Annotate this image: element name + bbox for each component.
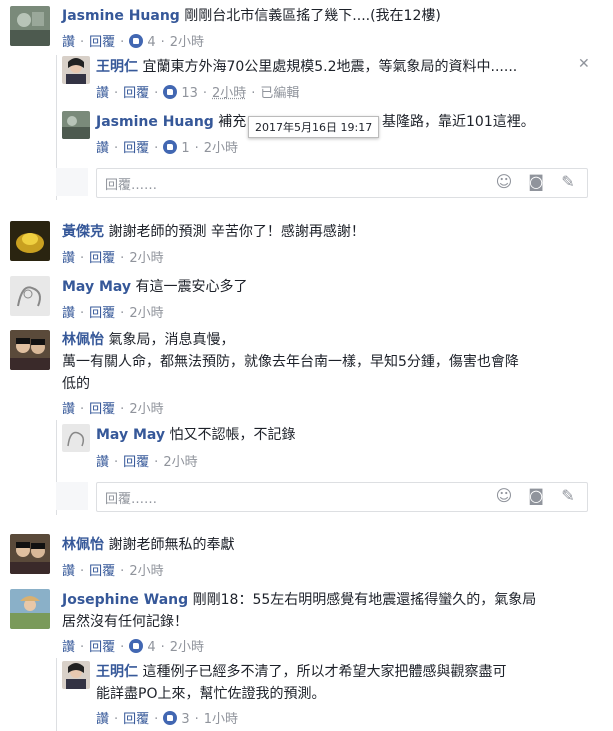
comment-time[interactable]: 2小時 (170, 35, 204, 50)
reply-button[interactable]: 回覆 (123, 712, 149, 727)
like-button[interactable]: 讚 (96, 455, 109, 470)
avatar[interactable] (62, 424, 90, 452)
reply-button[interactable]: 回覆 (123, 455, 149, 470)
comment-text-line1: 這種例子已經多不清了，所以才希望大家把體感與觀察盡可 (142, 664, 507, 680)
comment-text-start: 補充 (218, 114, 247, 130)
close-icon[interactable]: ✕ (578, 56, 590, 72)
my-avatar (56, 168, 88, 196)
camera-icon[interactable]: ◙ (527, 173, 545, 191)
comment-author[interactable]: May May (62, 279, 131, 295)
like-button[interactable]: 讚 (62, 402, 75, 417)
reply-button[interactable]: 回覆 (89, 251, 115, 266)
like-button[interactable]: 讚 (62, 251, 75, 266)
like-count[interactable]: 4 (147, 640, 155, 655)
edited-label[interactable]: 已編輯 (260, 86, 299, 101)
comment-time[interactable]: 2小時 (170, 640, 204, 655)
like-button[interactable]: 讚 (96, 141, 109, 156)
like-count[interactable]: 4 (147, 35, 155, 50)
like-icon (129, 34, 144, 48)
avatar[interactable] (10, 276, 50, 316)
comment-text-line1: 氣象局，消息真慢， (108, 332, 235, 348)
reply-button[interactable]: 回覆 (89, 640, 115, 655)
reply-placeholder: 回覆…… (105, 178, 158, 193)
sticker-icon[interactable]: ✎ (559, 487, 577, 505)
reply-button[interactable]: 回覆 (123, 141, 149, 156)
reply-button[interactable]: 回覆 (89, 402, 115, 417)
comment-author[interactable]: 林佩怡 (62, 332, 104, 348)
comment-author[interactable]: 黃傑克 (62, 224, 104, 240)
avatar[interactable] (10, 6, 50, 46)
comment-author[interactable]: Jasmine Huang (96, 114, 214, 130)
avatar[interactable] (10, 330, 50, 370)
comment-time[interactable]: 2小時 (129, 306, 163, 321)
comment-text: 謝謝老師的預測 辛苦你了！感謝再感謝！ (108, 224, 365, 240)
comment-text: 謝謝老師無私的奉獻 (108, 537, 235, 553)
comment-author[interactable]: Josephine Wang (62, 592, 188, 608)
like-button[interactable]: 讚 (62, 35, 75, 50)
reply-button[interactable]: 回覆 (89, 35, 115, 50)
reply-button[interactable]: 回覆 (123, 86, 149, 101)
reply-input[interactable]: 回覆…… ☺ ◙ ✎ (96, 168, 588, 198)
like-count[interactable]: 13 (181, 86, 198, 101)
comment-text: 剛剛台北市信義區搖了幾下....(我在12樓) (184, 8, 441, 24)
comment-time[interactable]: 1小時 (204, 712, 238, 727)
camera-icon[interactable]: ◙ (527, 487, 545, 505)
comment-text-line2: 萬一有關人命，都無法預防，就像去年台南一樣，早知5分鍾，傷害也會降 (62, 354, 519, 370)
avatar[interactable] (62, 661, 90, 689)
comment-author[interactable]: 王明仁 (96, 59, 138, 75)
like-icon (163, 140, 178, 154)
comment-time[interactable]: 2小時 (163, 455, 197, 470)
like-count[interactable]: 1 (181, 141, 189, 156)
avatar[interactable] (10, 221, 50, 261)
comment-time[interactable]: 2小時 (129, 564, 163, 579)
comment-author[interactable]: May May (96, 427, 165, 443)
like-button[interactable]: 讚 (62, 306, 75, 321)
comment-text-line3: 低的 (62, 376, 90, 392)
comment-time[interactable]: 2小時 (129, 251, 163, 266)
comment-text-end: 基隆路，靠近101這裡。 (382, 114, 535, 130)
sticker-icon[interactable]: ✎ (559, 173, 577, 191)
reply-button[interactable]: 回覆 (89, 306, 115, 321)
comment-author[interactable]: Jasmine Huang (62, 8, 180, 24)
like-button[interactable]: 讚 (62, 564, 75, 579)
like-button[interactable]: 讚 (96, 86, 109, 101)
comment-time[interactable]: 2小時 (129, 402, 163, 417)
comment-text-line2: 居然沒有任何記錄！ (62, 614, 188, 630)
like-icon (163, 711, 178, 725)
like-button[interactable]: 讚 (62, 640, 75, 655)
emoji-icon[interactable]: ☺ (495, 487, 513, 505)
avatar[interactable] (62, 56, 90, 84)
comment-time[interactable]: 2小時 (204, 141, 238, 156)
like-button[interactable]: 讚 (96, 712, 109, 727)
comment-author[interactable]: 王明仁 (96, 664, 138, 680)
emoji-icon[interactable]: ☺ (495, 173, 513, 191)
comment-author[interactable]: 林佩怡 (62, 537, 104, 553)
like-icon (163, 85, 178, 99)
avatar[interactable] (62, 111, 90, 139)
avatar[interactable] (10, 589, 50, 629)
like-count[interactable]: 3 (181, 712, 189, 727)
reply-button[interactable]: 回覆 (89, 564, 115, 579)
my-avatar (56, 482, 88, 510)
comment-text: 怕又不認帳，不記錄 (169, 427, 296, 443)
comment-text: 宜蘭東方外海70公里處規模5.2地震，等氣象局的資料中...... (142, 59, 518, 75)
comment-text: 有這一震安心多了 (135, 279, 248, 295)
like-icon (129, 639, 144, 653)
thread-line (56, 658, 57, 731)
reply-input[interactable]: 回覆…… ☺ ◙ ✎ (96, 482, 588, 512)
reply-placeholder: 回覆…… (105, 492, 158, 507)
comment-time[interactable]: 2小時 (212, 86, 246, 101)
timestamp-tooltip: 2017年5月16日 19:17 (248, 116, 380, 138)
avatar[interactable] (10, 534, 50, 574)
comment-text-line1: 剛剛18：55左右明明感覺有地震還搖得蠻久的，氣象局 (192, 592, 537, 608)
comment-text-line2: 能詳盡PO上來，幫忙佐證我的預測。 (96, 686, 326, 702)
